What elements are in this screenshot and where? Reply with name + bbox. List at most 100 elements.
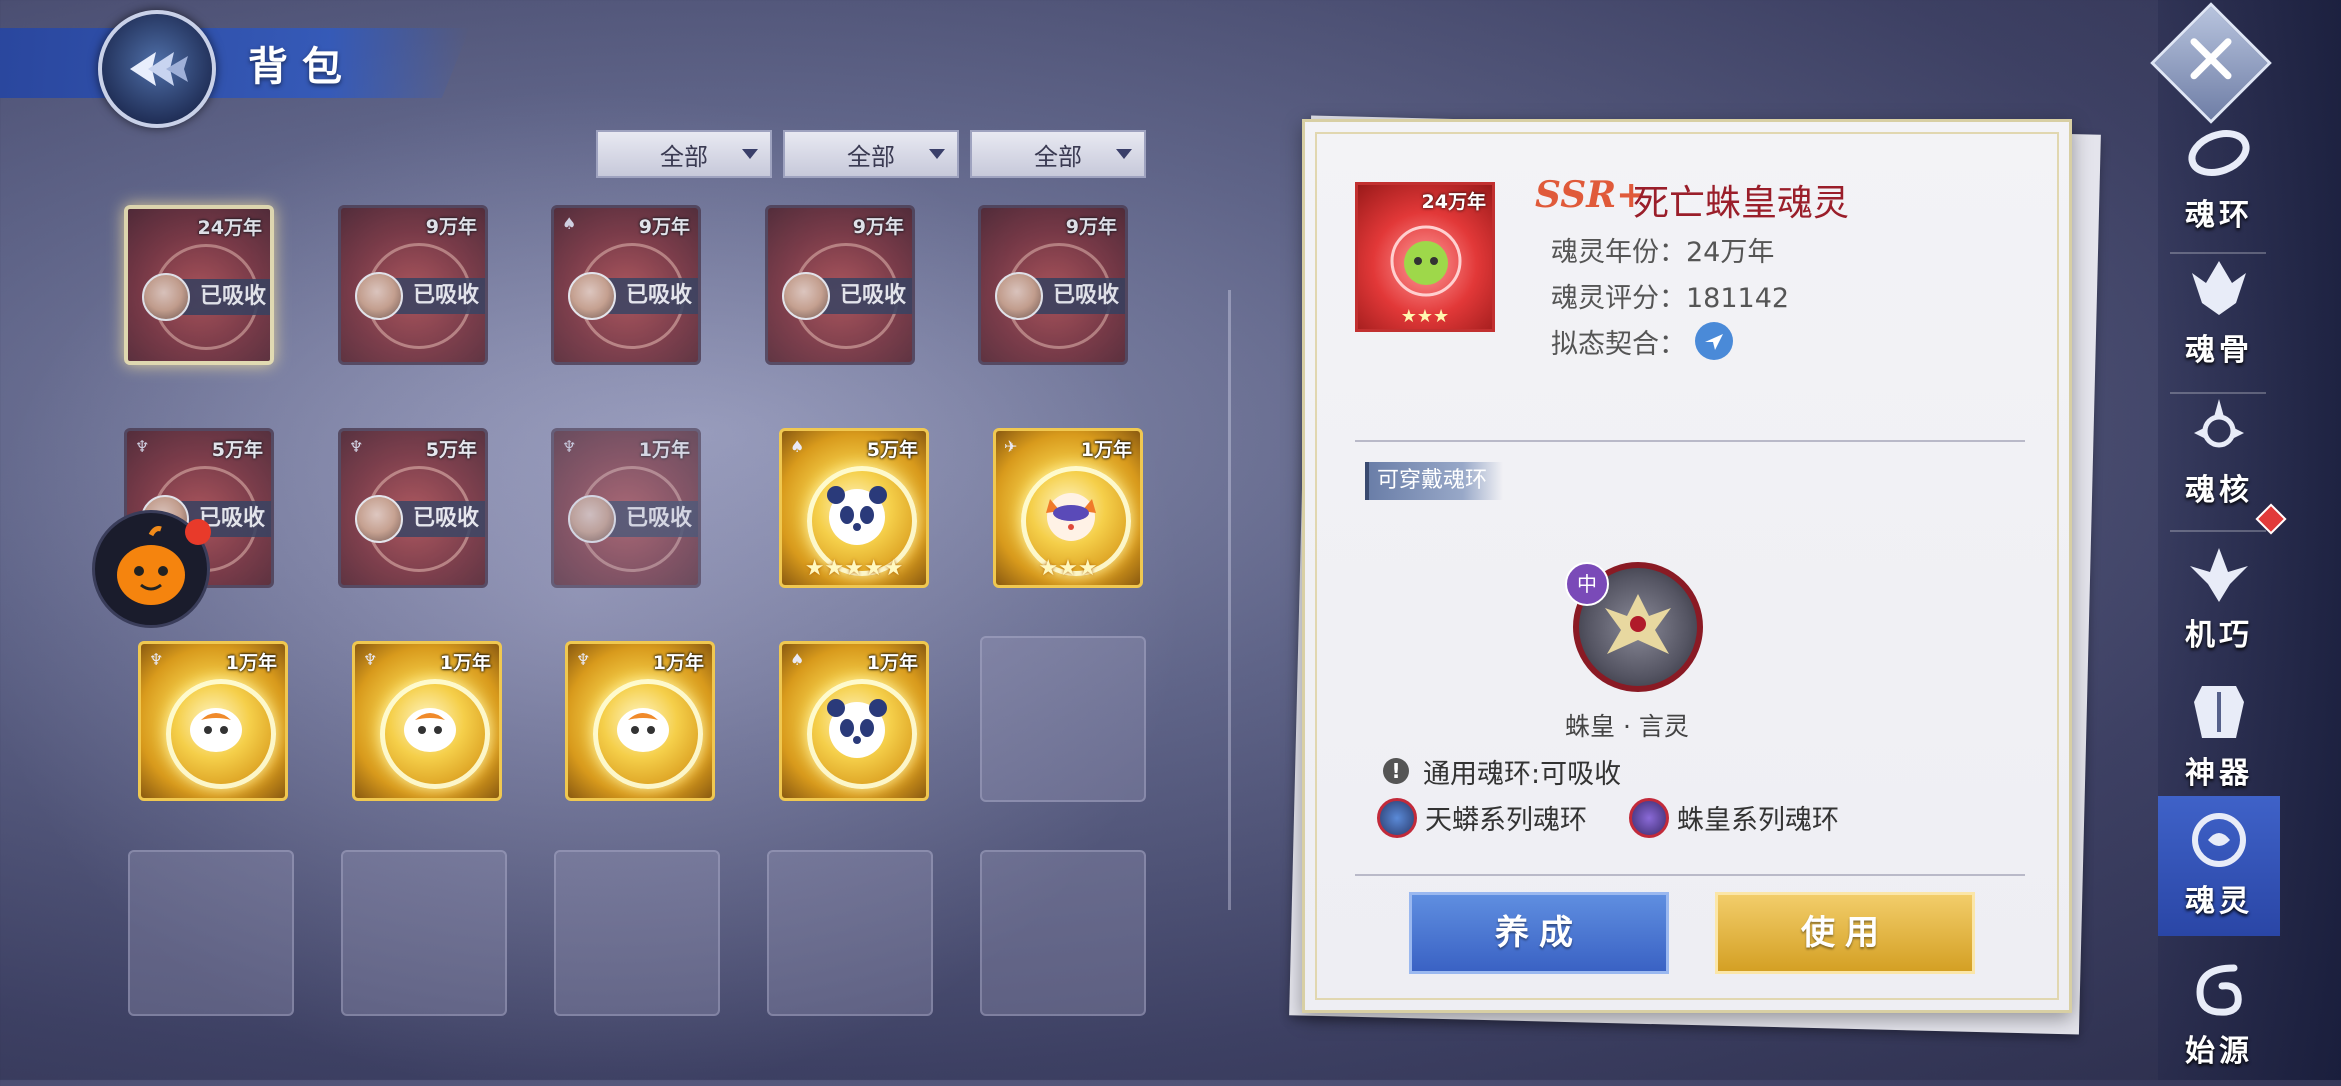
item-years: 1万年 xyxy=(439,652,491,674)
item-years: 9万年 xyxy=(852,216,904,238)
spirit-score: 魂灵评分：181142 xyxy=(1551,283,1790,314)
python-series-icon xyxy=(1377,798,1417,838)
empty-slot[interactable] xyxy=(980,850,1146,1016)
filter-dropdown-1[interactable]: 全部 xyxy=(596,130,772,178)
type-mark-icon: ♆ xyxy=(149,650,164,669)
empty-slot[interactable] xyxy=(767,850,933,1016)
nav-item-soul-ring[interactable]: 魂环 xyxy=(2158,110,2280,250)
nav-item-soul-core[interactable]: 魂核 xyxy=(2158,385,2280,525)
filter-label: 全部 xyxy=(660,142,708,171)
fish-spirit-icon xyxy=(404,708,456,752)
soul-bone-icon xyxy=(2192,261,2246,315)
page-title: 背包 xyxy=(248,43,356,90)
nav-label: 神器 xyxy=(2185,756,2253,791)
type-mark-icon: ♆ xyxy=(349,437,364,456)
nav-item-soul-bone[interactable]: 魂骨 xyxy=(2158,245,2280,385)
item-years: 5万年 xyxy=(211,439,263,461)
chevron-down-icon xyxy=(742,149,758,159)
rarity-badge: SSR+ xyxy=(1535,174,1647,216)
mechanism-icon xyxy=(2190,548,2248,602)
nav-label: 魂骨 xyxy=(2185,333,2253,368)
spirit-item-slot[interactable]: ♆ 1万年 xyxy=(565,641,715,801)
soul-spirit-icon xyxy=(2192,813,2246,867)
soul-ring-icon xyxy=(2188,130,2250,176)
nav-label: 魂灵 xyxy=(2185,884,2253,919)
artifact-icon xyxy=(2194,686,2244,738)
type-mark-icon: ♆ xyxy=(576,650,591,669)
spider-series-icon xyxy=(1629,798,1669,838)
spirit-item-slot[interactable]: ✈ 1万年 ★★★ xyxy=(993,428,1143,588)
spirit-item-slot[interactable]: ♠ 9万年 已吸收 xyxy=(551,205,701,365)
origin-icon xyxy=(2196,964,2242,1016)
nav-item-mechanism[interactable]: 机巧 xyxy=(2158,530,2280,670)
title-bar xyxy=(0,28,470,98)
assistant-mascot-button[interactable] xyxy=(92,510,211,628)
star-rating: ★★★ xyxy=(1038,556,1098,581)
fish-spirit-icon xyxy=(190,708,242,752)
section-label: 可穿戴魂环 xyxy=(1365,462,1504,500)
back-button[interactable] xyxy=(98,10,216,128)
spirit-item-slot[interactable]: ♆ 1万年 xyxy=(138,641,288,801)
type-mark-icon: ♠ xyxy=(790,650,805,669)
type-mark-icon: ♆ xyxy=(135,437,150,456)
hero-avatar xyxy=(142,273,190,321)
mimic-affinity-icon[interactable] xyxy=(1695,322,1733,360)
star-rating: ★★★ xyxy=(1400,306,1450,327)
spider-spirit-icon xyxy=(1390,225,1462,297)
info-icon: ! xyxy=(1383,758,1409,784)
series-label: 天蟒系列魂环 xyxy=(1425,805,1587,836)
grade-badge: 中 xyxy=(1565,562,1609,606)
type-mark-icon: ♠ xyxy=(562,214,577,233)
hero-avatar xyxy=(568,272,616,320)
detail-panel: 24万年 ★★★ SSR+ 死亡蛛皇魂灵 魂灵年份：24万年 魂灵评分：1811… xyxy=(1302,119,2072,1013)
chevron-down-icon xyxy=(929,149,945,159)
ring-name: 蛛皇 · 言灵 xyxy=(1565,712,1689,741)
nav-label: 始源 xyxy=(2185,1034,2253,1069)
spirit-item-slot[interactable]: ♠ 5万年 ★★★★★ xyxy=(779,428,929,588)
spirit-item-slot[interactable]: 9万年 已吸收 xyxy=(978,205,1128,365)
spirit-item-slot[interactable]: 24万年 已吸收 xyxy=(124,205,274,365)
empty-slot[interactable] xyxy=(341,850,507,1016)
spirit-item-slot[interactable]: ♠ 1万年 xyxy=(779,641,929,801)
fish-spirit-icon xyxy=(617,708,669,752)
filter-label: 全部 xyxy=(1034,142,1082,171)
filter-dropdown-2[interactable]: 全部 xyxy=(783,130,959,178)
panel-divider xyxy=(1228,290,1231,910)
section-divider xyxy=(1355,874,2025,876)
soul-core-icon xyxy=(2194,399,2244,448)
item-years: 24万年 xyxy=(197,217,262,239)
nav-label: 机巧 xyxy=(2185,618,2253,653)
item-years: 9万年 xyxy=(425,216,477,238)
hero-avatar xyxy=(355,272,403,320)
type-mark-icon: ♆ xyxy=(363,650,378,669)
item-years: 9万年 xyxy=(638,216,690,238)
spirit-name: 死亡蛛皇魂灵 xyxy=(1633,183,1850,224)
fox-spirit-icon xyxy=(1046,493,1096,541)
panda-spirit-icon xyxy=(827,699,887,758)
use-button[interactable]: 使用 xyxy=(1715,892,1975,974)
type-mark-icon: ♠ xyxy=(790,437,805,456)
empty-slot[interactable] xyxy=(980,636,1146,802)
absorb-note: 通用魂环:可吸收 xyxy=(1423,759,1622,790)
spirit-years: 魂灵年份：24万年 xyxy=(1551,237,1775,268)
spirit-item-slot[interactable]: ♆ 1万年 xyxy=(352,641,502,801)
spirit-item-slot[interactable]: ♆ 5万年 已吸收 xyxy=(338,428,488,588)
nav-item-soul-spirit[interactable]: 魂灵 xyxy=(2158,796,2280,936)
spirit-item-slot[interactable]: 9万年 已吸收 xyxy=(765,205,915,365)
hero-avatar xyxy=(355,495,403,543)
nav-item-artifact[interactable]: 神器 xyxy=(2158,668,2280,808)
filter-dropdown-3[interactable]: 全部 xyxy=(970,130,1146,178)
hero-avatar xyxy=(568,495,616,543)
star-rating: ★★★★★ xyxy=(804,556,904,581)
panda-spirit-icon xyxy=(827,486,887,545)
spirit-item-slot[interactable]: 9万年 已吸收 xyxy=(338,205,488,365)
item-years: 1万年 xyxy=(1080,439,1132,461)
item-years: 1万年 xyxy=(866,652,918,674)
nav-label: 魂核 xyxy=(2185,473,2253,508)
develop-button[interactable]: 养成 xyxy=(1409,892,1669,974)
spirit-item-slot[interactable]: ♆ 1万年 已吸收 xyxy=(551,428,701,588)
empty-slot[interactable] xyxy=(128,850,294,1016)
section-divider xyxy=(1355,440,2025,442)
empty-slot[interactable] xyxy=(554,850,720,1016)
nav-item-origin[interactable]: 始源 xyxy=(2158,946,2280,1086)
